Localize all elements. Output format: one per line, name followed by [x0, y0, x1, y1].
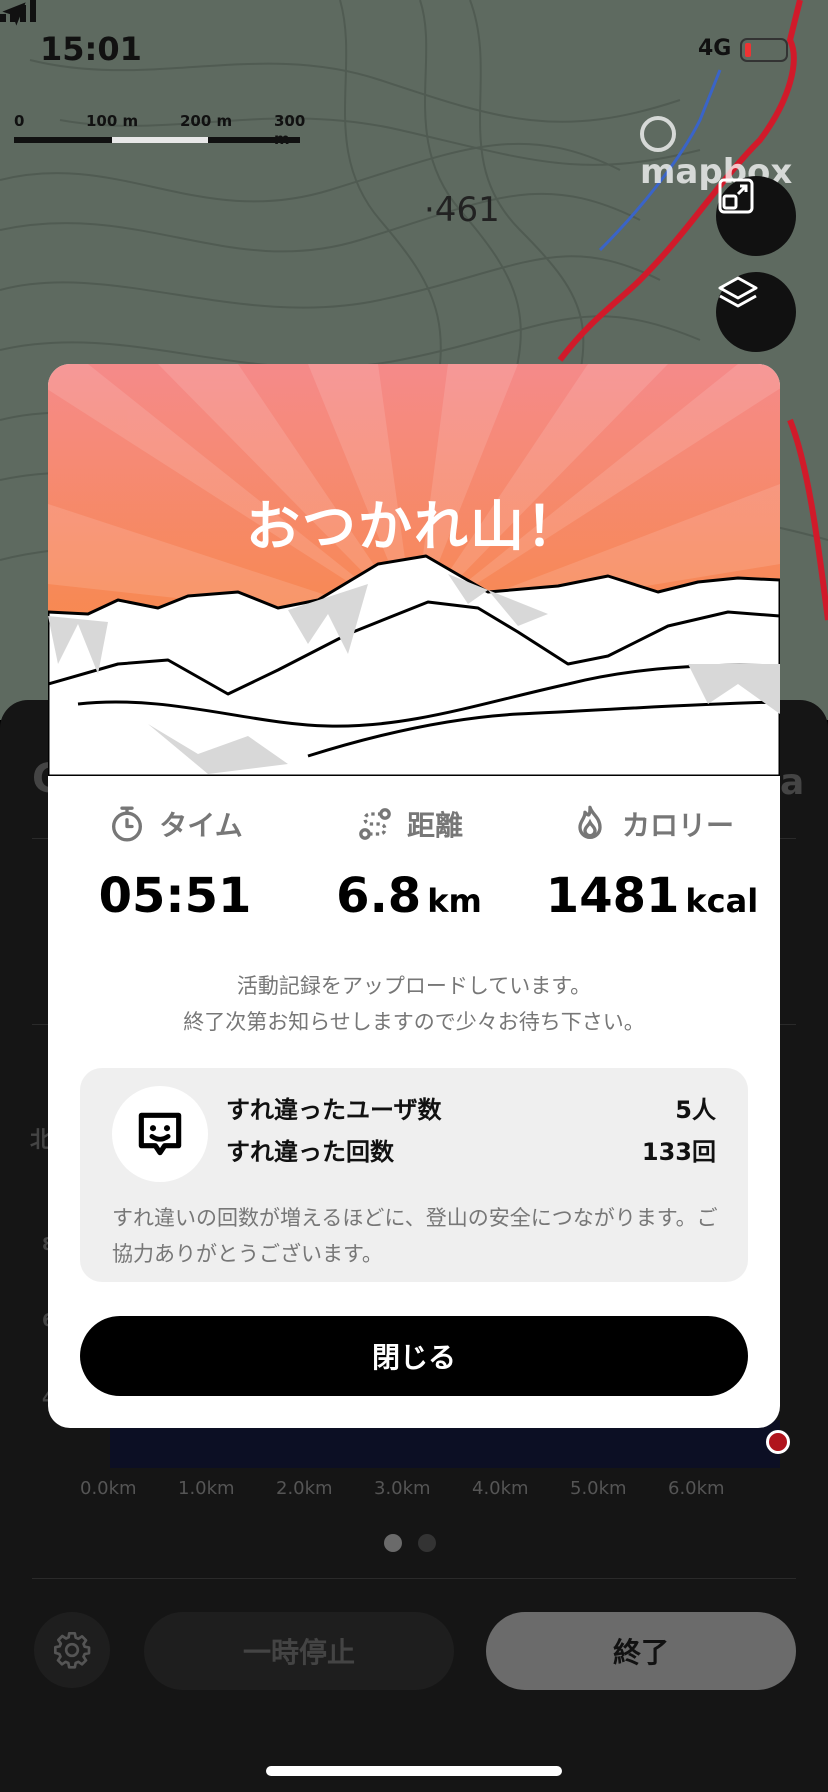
scale-label: 200 m: [180, 112, 233, 130]
page-dot[interactable]: [418, 1534, 436, 1552]
stat-label: カロリー: [621, 809, 734, 842]
battery-icon: [740, 38, 788, 62]
stat-unit: kcal: [685, 882, 759, 920]
fullscreen-button[interactable]: [716, 176, 796, 256]
distance-tick: 5.0km: [570, 1478, 627, 1499]
distance-tick: 6.0km: [668, 1478, 725, 1499]
gear-icon: [54, 1632, 91, 1669]
status-time: 15:01: [40, 30, 142, 68]
encounter-users-value: 5人: [675, 1096, 716, 1124]
distance-tick: 4.0km: [472, 1478, 529, 1499]
distance-tick: 2.0km: [276, 1478, 333, 1499]
stat-distance: 距離 6.8 km: [294, 804, 524, 924]
close-button[interactable]: 閉じる: [80, 1316, 748, 1396]
upload-message-line: 終了次第お知らせしますので少々お待ち下さい。: [183, 1010, 645, 1034]
scale-label: 100 m: [86, 112, 139, 130]
encounter-count-label: すれ違った回数: [226, 1138, 394, 1166]
map-scale: 0 100 m 200 m 300 m: [14, 112, 314, 148]
modal-title: おつかれ山！: [246, 495, 582, 558]
stat-unit: km: [427, 882, 482, 920]
activity-stats: タイム 05:51 距離 6.8 km カロリー 1481 kcal: [48, 804, 780, 944]
home-indicator[interactable]: [266, 1766, 562, 1776]
distance-tick: 1.0km: [178, 1478, 235, 1499]
stat-calories: カロリー 1481 kcal: [532, 804, 772, 924]
map-layers-button[interactable]: [716, 272, 796, 352]
stat-time: タイム 05:51: [60, 804, 290, 924]
layers-icon: [718, 276, 758, 308]
route-icon: [359, 808, 391, 840]
page-dot-active[interactable]: [384, 1534, 402, 1552]
chart-end-marker: [766, 1430, 790, 1454]
encounter-count-value: 133回: [641, 1138, 716, 1166]
network-type: 4G: [698, 36, 732, 61]
status-bar: 15:01 4G: [0, 0, 828, 100]
encounter-card: すれ違ったユーザ数 5人 すれ違った回数 133回 すれ違いの回数が増えるほどに…: [80, 1068, 748, 1282]
stat-value: 6.8: [336, 868, 422, 924]
page-indicator: [384, 1534, 452, 1556]
encounter-count-row: すれ違った回数 133回: [226, 1132, 716, 1167]
end-button[interactable]: 終了: [486, 1612, 796, 1690]
pause-button[interactable]: 一時停止: [144, 1612, 454, 1690]
encounter-note: すれ違いの回数が増えるほどに、登山の安全につながります。ご協力ありがとうございま…: [112, 1206, 718, 1266]
encounter-users-label: すれ違ったユーザ数: [226, 1096, 442, 1124]
flame-icon: [578, 805, 602, 839]
chat-face-icon: [138, 1112, 182, 1156]
sheet-ghost-text: a: [780, 762, 805, 803]
distance-tick: 0.0km: [80, 1478, 137, 1499]
stat-value: 05:51: [98, 868, 252, 924]
elevation-label: ·461: [424, 190, 500, 230]
stat-value: 1481: [545, 868, 680, 924]
upload-message: 活動記録をアップロードしています。 終了次第お知らせしますので少々お待ち下さい。: [48, 968, 780, 1040]
encounter-users-row: すれ違ったユーザ数 5人: [226, 1090, 716, 1125]
stat-label: タイム: [159, 809, 243, 842]
settings-button[interactable]: [34, 1612, 110, 1688]
scale-label: 0: [14, 112, 25, 130]
mapbox-logo-icon: [640, 115, 676, 152]
stat-label: 距離: [406, 809, 463, 842]
completion-modal: おつかれ山！ タイム 05:51 距離 6.8 km カロリー 1481 kca…: [48, 364, 780, 1428]
stopwatch-icon: [112, 806, 143, 842]
upload-message-line: 活動記録をアップロードしています。: [236, 974, 592, 998]
divider: [32, 1578, 796, 1579]
signal-icon: [0, 0, 36, 22]
mountain-sunrise-illustration: [48, 364, 780, 776]
expand-icon: [718, 178, 754, 214]
distance-tick: 3.0km: [374, 1478, 431, 1499]
encounter-avatar: [112, 1086, 208, 1182]
